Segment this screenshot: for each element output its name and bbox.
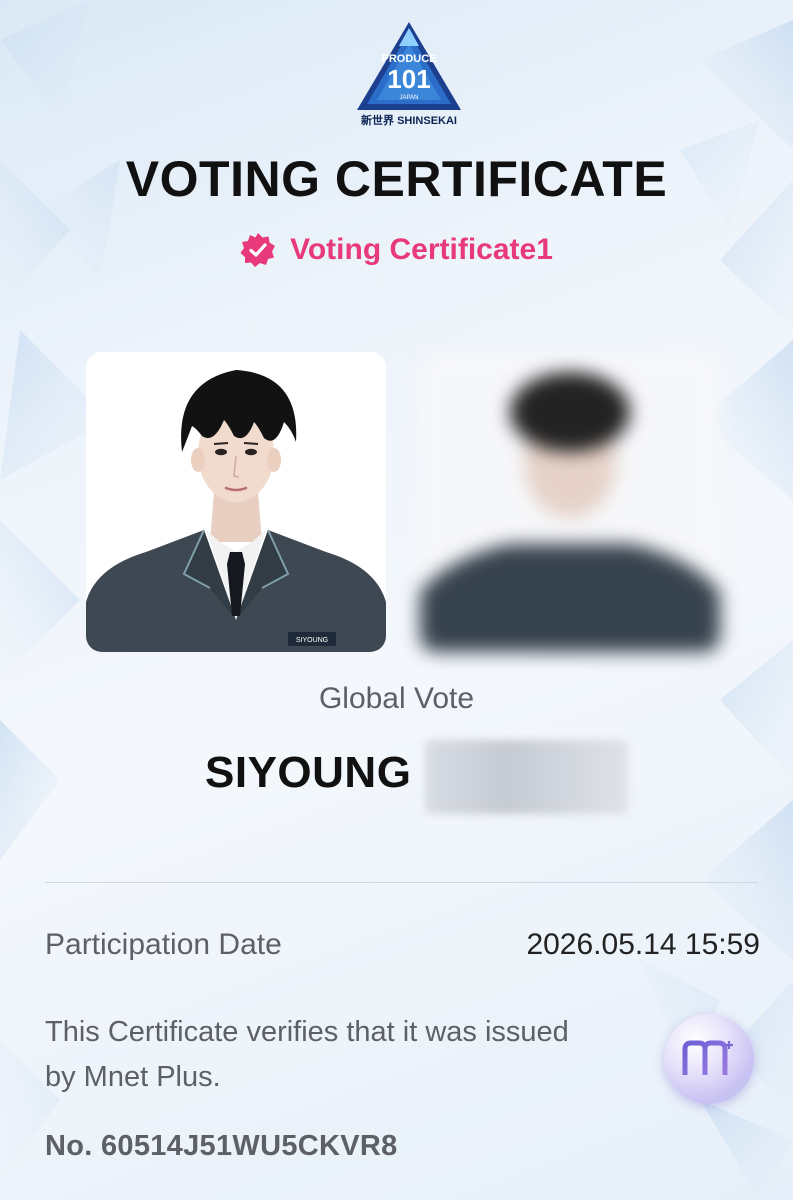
verification-text: This Certificate verifies that it was is… bbox=[45, 1016, 569, 1093]
blurred-photo bbox=[420, 352, 720, 652]
vote-type-label: Global Vote bbox=[318, 682, 475, 715]
svg-text:新世界 SHINSEKAI: 新世界 SHINSEKAI bbox=[361, 113, 457, 127]
voter-name-row: SIYOUNG bbox=[0, 740, 793, 814]
mnet-plus-logo-icon bbox=[664, 1014, 754, 1104]
svg-text:101: 101 bbox=[387, 64, 430, 94]
svg-text:JAPAN: JAPAN bbox=[400, 95, 419, 101]
voting-certificate-card: PRODUCE 101 JAPAN 新世界 SHINSEKAI VOTING C… bbox=[0, 0, 793, 1200]
certificate-number: No. 60514J51WU5CKVR8 bbox=[45, 1130, 398, 1162]
certificate-subtitle-text: Voting Certificate1 bbox=[290, 233, 553, 266]
page-title: VOTING CERTIFICATE bbox=[125, 151, 668, 207]
participation-date-value: 2026.05.14 15:59 bbox=[526, 928, 760, 961]
certificate-subtitle: Voting Certificate1 bbox=[0, 232, 793, 268]
candidate-name: SIYOUNG bbox=[205, 748, 412, 797]
blurred-surname bbox=[425, 740, 628, 814]
divider bbox=[45, 882, 758, 883]
produce-101-japan-logo: PRODUCE 101 JAPAN 新世界 SHINSEKAI bbox=[353, 20, 465, 128]
candidate-photo: SIYOUNG bbox=[86, 352, 386, 652]
svg-text:SIYOUNG: SIYOUNG bbox=[296, 637, 328, 644]
verified-badge-icon bbox=[240, 233, 276, 267]
participation-date-label: Participation Date bbox=[45, 928, 282, 961]
